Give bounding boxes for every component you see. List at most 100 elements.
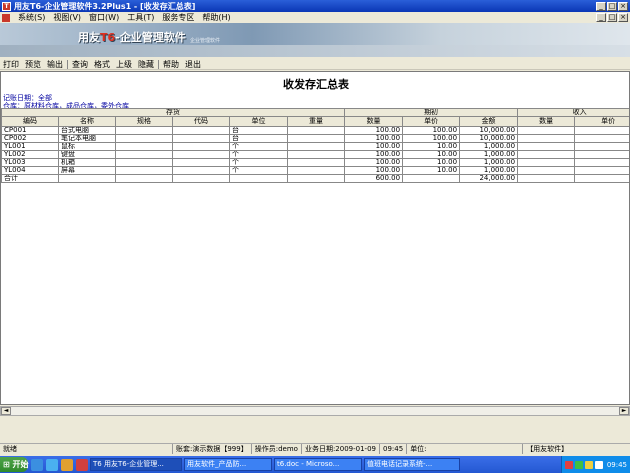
table-cell[interactable]: YL003 [1, 158, 59, 167]
table-cell[interactable]: 键盘 [58, 150, 116, 159]
table-cell[interactable] [286, 150, 346, 159]
table-cell[interactable]: 机箱 [58, 158, 116, 167]
table-cell[interactable] [517, 126, 576, 135]
table-cell[interactable] [402, 174, 461, 183]
table-cell[interactable] [574, 166, 629, 175]
column-header[interactable]: 编码 [1, 116, 59, 127]
column-header[interactable]: 金额 [459, 116, 519, 127]
horizontal-scrollbar[interactable]: ◄ ► [0, 406, 630, 416]
table-cell[interactable]: YL001 [1, 142, 59, 151]
table-cell[interactable] [172, 150, 230, 159]
table-cell[interactable]: 10,000.00 [459, 134, 519, 143]
table-cell[interactable] [574, 126, 629, 135]
table-cell[interactable]: 100.00 [344, 158, 404, 167]
table-row[interactable]: YL003 机箱 个 100.00 10.00 1,000.00 [1, 158, 629, 167]
column-header[interactable]: 单位 [229, 116, 288, 127]
table-cell[interactable]: CP001 [1, 126, 59, 135]
table-cell[interactable] [574, 174, 629, 183]
table-cell[interactable]: 1,000.00 [459, 166, 519, 175]
desktop-icon[interactable] [31, 458, 43, 471]
table-row[interactable]: YL001 鼠标 个 100.00 10.00 1,000.00 [1, 142, 629, 151]
scroll-left-icon[interactable]: ◄ [1, 407, 11, 415]
table-cell[interactable]: 10.00 [402, 166, 461, 175]
table-cell[interactable] [286, 166, 346, 175]
task-product[interactable]: 用友软件_产品防... [184, 458, 272, 471]
table-cell[interactable]: 100.00 [344, 166, 404, 175]
column-header[interactable]: 规格 [115, 116, 173, 127]
table-cell[interactable]: 100.00 [402, 126, 461, 135]
table-cell[interactable]: 屏幕 [58, 166, 116, 175]
menu-view[interactable]: 视图(V) [49, 12, 85, 23]
table-cell[interactable] [517, 142, 576, 151]
table-cell[interactable] [517, 150, 576, 159]
table-cell[interactable] [286, 142, 346, 151]
column-header[interactable]: 数量 [344, 116, 404, 127]
minimize-button[interactable]: _ [596, 1, 606, 11]
table-cell[interactable]: CP002 [1, 134, 59, 143]
help-button[interactable]: 帮助 [160, 59, 182, 70]
column-header[interactable]: 单价 [402, 116, 461, 127]
format-button[interactable]: 格式 [91, 59, 113, 70]
menu-tools[interactable]: 工具(T) [123, 12, 158, 23]
table-cell[interactable] [574, 150, 629, 159]
table-row[interactable]: 合计 600.00 24,000.00 [1, 174, 629, 183]
parent-level-button[interactable]: 上级 [113, 59, 135, 70]
table-cell[interactable]: 100.00 [344, 142, 404, 151]
table-cell[interactable]: 10.00 [402, 150, 461, 159]
table-cell[interactable] [58, 174, 116, 183]
table-cell[interactable]: 台式电脑 [58, 126, 116, 135]
task-word-doc[interactable]: t6.doc - Microso... [274, 458, 362, 471]
column-header[interactable]: 单价 [574, 116, 629, 127]
menu-window[interactable]: 窗口(W) [85, 12, 123, 23]
child-minimize-button[interactable]: _ [596, 13, 606, 22]
table-cell[interactable]: 台 [229, 134, 288, 143]
column-header[interactable]: 数量 [517, 116, 576, 127]
table-cell[interactable]: 个 [229, 166, 288, 175]
table-cell[interactable]: YL002 [1, 150, 59, 159]
table-cell[interactable]: 10.00 [402, 158, 461, 167]
table-cell[interactable] [517, 166, 576, 175]
preview-button[interactable]: 预览 [22, 59, 44, 70]
table-row[interactable]: CP001 台式电脑台 100.00 100.00 10,000.00 [1, 126, 629, 135]
table-cell[interactable]: YL004 [1, 166, 59, 175]
table-cell[interactable]: 100.00 [344, 126, 404, 135]
query-button[interactable]: 查询 [69, 59, 91, 70]
table-cell[interactable]: 个 [229, 150, 288, 159]
close-button[interactable]: × [618, 1, 628, 11]
table-cell[interactable] [286, 134, 346, 143]
table-cell[interactable]: 10,000.00 [459, 126, 519, 135]
hide-button[interactable]: 隐藏 [135, 59, 157, 70]
table-cell[interactable] [115, 150, 173, 159]
table-cell[interactable] [517, 158, 576, 167]
table-cell[interactable]: 100.00 [344, 150, 404, 159]
table-cell[interactable]: 个 [229, 158, 288, 167]
table-cell[interactable] [172, 158, 230, 167]
table-cell[interactable]: 1,000.00 [459, 142, 519, 151]
column-header[interactable]: 名称 [58, 116, 116, 127]
menu-help[interactable]: 帮助(H) [198, 12, 234, 23]
child-close-button[interactable]: × [618, 13, 628, 22]
table-cell[interactable]: 鼠标 [58, 142, 116, 151]
table-cell[interactable] [517, 134, 576, 143]
table-cell[interactable] [172, 142, 230, 151]
table-cell[interactable] [115, 126, 173, 135]
table-cell[interactable] [517, 174, 576, 183]
table-cell[interactable]: 1,000.00 [459, 158, 519, 167]
table-cell[interactable]: 10.00 [402, 142, 461, 151]
document-icon[interactable] [2, 13, 10, 22]
table-cell[interactable] [229, 174, 288, 183]
task-t6[interactable]: T6 用友T6-企业管理... [90, 458, 182, 471]
start-button[interactable]: ⊞ 开始 [0, 457, 29, 472]
column-header[interactable]: 重量 [286, 116, 346, 127]
browser-icon[interactable] [46, 458, 58, 471]
child-restore-button[interactable]: □ [607, 13, 617, 22]
print-button[interactable]: 打印 [0, 59, 22, 70]
export-button[interactable]: 输出 [44, 59, 66, 70]
table-cell[interactable]: 600.00 [344, 174, 404, 183]
media-icon[interactable] [61, 458, 73, 471]
table-cell[interactable] [574, 158, 629, 167]
exit-button[interactable]: 退出 [182, 59, 204, 70]
table-row[interactable]: YL002 键盘 个 100.00 10.00 1,000.00 [1, 150, 629, 159]
table-cell[interactable] [115, 142, 173, 151]
maximize-button[interactable]: □ [607, 1, 617, 11]
